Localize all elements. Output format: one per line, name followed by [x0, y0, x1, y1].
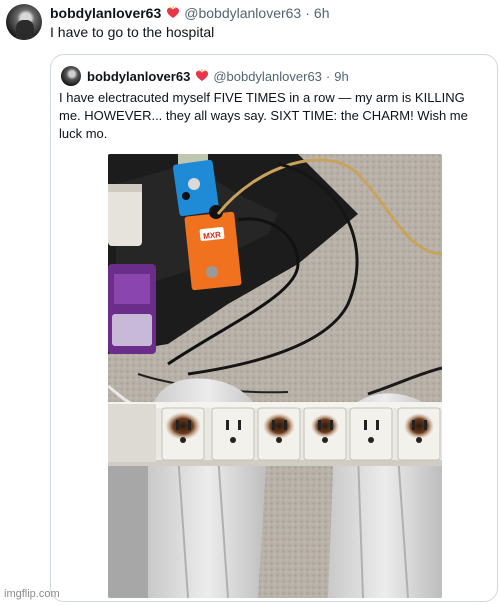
quoted-author-handle[interactable]: @bobdylanlover63: [213, 69, 322, 84]
tweet[interactable]: bobdylanlover63 @bobdylanlover63 · 6h I …: [0, 0, 500, 606]
quoted-timestamp[interactable]: 9h: [334, 69, 348, 84]
author-handle[interactable]: @bobdylanlover63: [184, 5, 301, 21]
quoted-author-display-name[interactable]: bobdylanlover63: [87, 69, 190, 84]
quoted-author-avatar[interactable]: [61, 66, 81, 86]
tweet-header: bobdylanlover63 @bobdylanlover63 · 6h: [50, 4, 329, 22]
separator-dot: ·: [325, 68, 331, 84]
heart-emoji-icon: [166, 6, 180, 20]
quoted-tweet-header: bobdylanlover63 @bobdylanlover63 · 9h: [87, 66, 349, 86]
author-avatar[interactable]: [6, 4, 42, 40]
separator-dot: ·: [305, 5, 310, 21]
author-display-name[interactable]: bobdylanlover63: [50, 5, 161, 21]
imgflip-watermark: imgflip.com: [4, 588, 60, 600]
attached-photo[interactable]: MXR: [108, 154, 442, 598]
heart-emoji-icon: [195, 69, 209, 83]
tweet-text: I have to go to the hospital: [50, 24, 215, 40]
pedal-label: MXR: [203, 230, 222, 241]
quoted-tweet[interactable]: bobdylanlover63 @bobdylanlover63 · 9h I …: [50, 54, 498, 602]
timestamp[interactable]: 6h: [314, 5, 330, 21]
photo-illustration: MXR: [108, 154, 442, 598]
quoted-tweet-text: I have electracuted myself FIVE TIMES in…: [59, 90, 468, 141]
